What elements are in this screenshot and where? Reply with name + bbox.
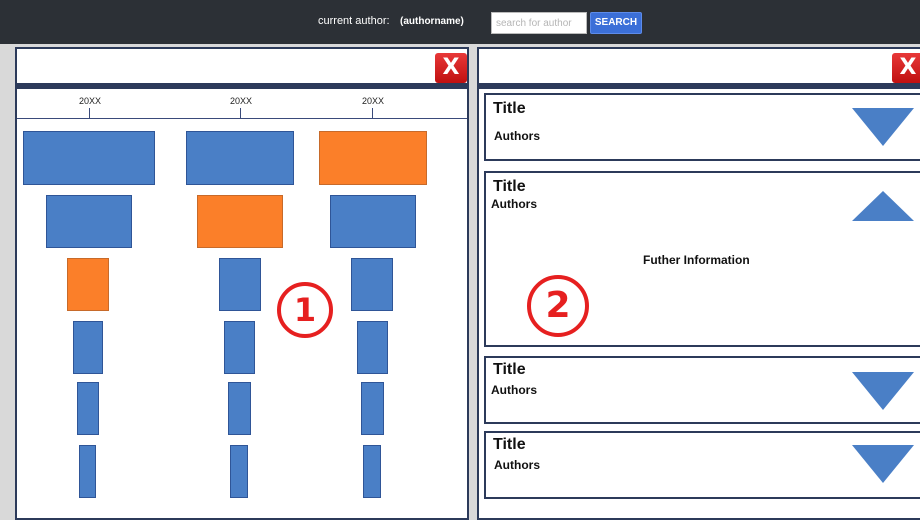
current-author-value: (authorname) bbox=[400, 16, 464, 27]
timeline-paper-block[interactable] bbox=[186, 131, 294, 185]
top-bar: current author: (authorname) SEARCH bbox=[0, 0, 920, 44]
paper-title: Title bbox=[493, 361, 526, 378]
timeline-tick bbox=[372, 108, 373, 119]
timeline-paper-block[interactable] bbox=[330, 195, 416, 248]
annotation-marker-2: 2 bbox=[527, 275, 589, 337]
timeline-paper-block-highlighted[interactable] bbox=[197, 195, 283, 248]
timeline-axis bbox=[17, 118, 467, 119]
timeline-tick-label: 20XX bbox=[78, 96, 102, 106]
paper-title: Title bbox=[493, 436, 526, 453]
paper-authors: Authors bbox=[494, 129, 540, 143]
timeline-tick bbox=[89, 108, 90, 119]
paper-authors: Authors bbox=[494, 458, 540, 472]
close-timeline-button[interactable]: X bbox=[435, 53, 467, 83]
timeline-tick-label: 20XX bbox=[361, 96, 385, 106]
expand-arrow-icon[interactable] bbox=[852, 445, 914, 483]
timeline-paper-block[interactable] bbox=[73, 321, 103, 374]
timeline-paper-block-highlighted[interactable] bbox=[67, 258, 109, 311]
paper-card[interactable]: Title Authors bbox=[484, 356, 920, 424]
timeline-paper-block[interactable] bbox=[224, 321, 255, 374]
timeline-panel: X 20XX 20XX 20XX 1 bbox=[15, 47, 469, 520]
annotation-marker-1: 1 bbox=[277, 282, 333, 338]
current-author-label: current author: bbox=[318, 15, 390, 27]
paper-title: Title bbox=[493, 178, 526, 195]
paper-authors: Authors bbox=[491, 197, 537, 211]
timeline-paper-block[interactable] bbox=[230, 445, 248, 498]
expand-arrow-icon[interactable] bbox=[852, 372, 914, 410]
paper-card[interactable]: Title Authors bbox=[484, 93, 920, 161]
author-search-input[interactable] bbox=[491, 12, 587, 34]
timeline-paper-block[interactable] bbox=[46, 195, 132, 248]
collapse-arrow-icon[interactable] bbox=[852, 191, 914, 221]
paper-title: Title bbox=[493, 100, 526, 117]
timeline-paper-block[interactable] bbox=[228, 382, 251, 435]
timeline-paper-block-highlighted[interactable] bbox=[319, 131, 427, 185]
timeline-paper-block[interactable] bbox=[79, 445, 96, 498]
timeline-paper-block[interactable] bbox=[357, 321, 388, 374]
timeline-tick-label: 20XX bbox=[229, 96, 253, 106]
timeline-paper-block[interactable] bbox=[23, 131, 155, 185]
timeline-paper-block[interactable] bbox=[77, 382, 99, 435]
timeline-paper-block[interactable] bbox=[363, 445, 381, 498]
timeline-paper-block[interactable] bbox=[351, 258, 393, 311]
paper-list-panel: X Title Authors Title Authors Futher Inf… bbox=[477, 47, 920, 520]
timeline-tick bbox=[240, 108, 241, 119]
further-information: Futher Information bbox=[643, 253, 750, 267]
paper-card[interactable]: Title Authors bbox=[484, 431, 920, 499]
timeline-paper-block[interactable] bbox=[361, 382, 384, 435]
paper-authors: Authors bbox=[491, 383, 537, 397]
close-list-button[interactable]: X bbox=[892, 53, 920, 83]
timeline-paper-block[interactable] bbox=[219, 258, 261, 311]
expand-arrow-icon[interactable] bbox=[852, 108, 914, 146]
search-button[interactable]: SEARCH bbox=[590, 12, 642, 34]
panel-header-divider bbox=[17, 83, 467, 89]
panel-header-divider bbox=[479, 83, 920, 89]
